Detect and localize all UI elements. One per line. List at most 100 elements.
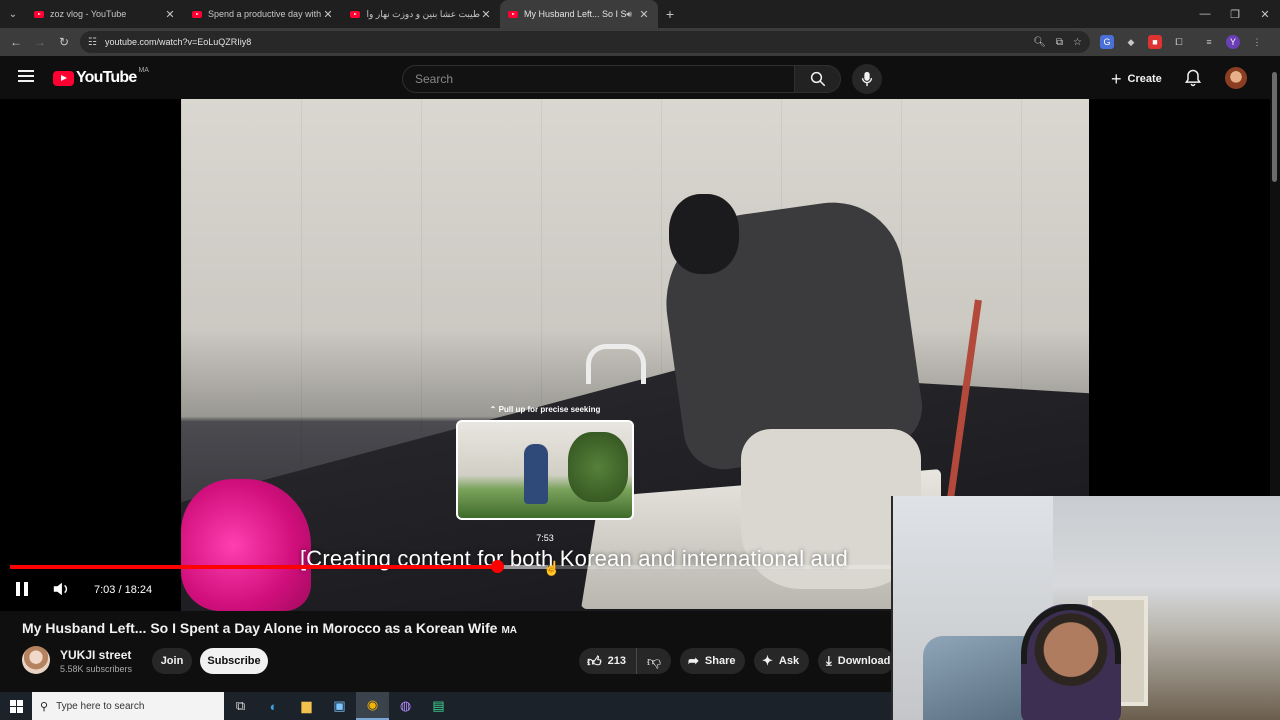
subscriber-count: 5.58K subscribers [60,664,133,674]
like-button[interactable]: 👍︎ 213 [579,648,637,674]
create-label: Create [1127,73,1162,85]
audio-playing-icon[interactable]: 🔊︎ [626,9,632,20]
pause-button[interactable] [16,582,30,596]
reload-icon[interactable]: ↻ [52,35,76,49]
thumbs-up-icon: 👍︎ [587,652,602,669]
like-dislike-group: 👍︎ 213 👎︎ [579,648,671,674]
browser-tab-strip: ⌄ zoz vlog - YouTube ✕ Spend a productiv… [0,0,1280,28]
browser-toolbar: ← → ↻ ☷ youtube.com/watch?v=EoLuQZRIiy8 … [0,28,1280,56]
sparkle-icon: ✦ [762,653,773,668]
youtube-favicon-icon [350,10,360,18]
taskbar-search[interactable]: ⚲ Type here to search [32,692,224,720]
download-label: Download [837,655,891,667]
back-icon[interactable]: ← [4,35,28,49]
discord-icon[interactable]: ◍ [389,692,422,720]
extensions-puzzle-icon[interactable]: ⧠ [1172,35,1186,49]
faucet-image [586,344,646,384]
site-info-icon[interactable]: ☷ [88,37,97,48]
media-queue-icon[interactable]: ≡ [1202,35,1216,49]
download-button[interactable]: ⤓ Download [818,648,895,674]
red-extension-icon[interactable]: ■ [1148,35,1162,49]
file-explorer-icon[interactable]: ▆ [290,692,323,720]
dislike-button[interactable]: 👎︎ [637,648,671,674]
bookmark-star-icon[interactable]: ☆ [1073,37,1082,48]
windows-start-icon[interactable] [0,692,32,720]
window-controls: — ❐ ✕ [1190,0,1280,28]
ask-label: Ask [778,655,800,667]
share-icon: ➦ [688,653,699,668]
browser-tab-1[interactable]: zoz vlog - YouTube ✕ [26,0,184,28]
restore-icon[interactable]: ❐ [1220,0,1250,28]
download-icon: ⤓ [826,653,832,668]
pink-bag-image [181,479,311,611]
forward-icon[interactable]: → [28,35,52,49]
green-app-icon[interactable]: ▤ [422,692,455,720]
played-bar [10,565,497,569]
browser-tab-active[interactable]: My Husband Left... So I Spe 🔊︎ ✕ [500,0,658,28]
webcam-overlay [891,496,1280,720]
notifications-bell-icon[interactable] [1183,68,1203,88]
youtube-play-logo-icon [53,70,74,86]
youtube-favicon-icon [34,10,44,18]
join-button[interactable]: Join [152,648,192,674]
profile-avatar-icon[interactable]: Y [1226,35,1240,49]
search-button[interactable] [795,65,841,93]
thumbs-down-icon: 👎︎ [646,652,662,669]
video-title: My Husband Left... So I Spent a Day Alon… [22,620,517,636]
seek-preview-time: 7:53 [536,533,554,543]
tab-label: Spend a productive day with m [208,9,322,19]
new-tab-icon[interactable]: + [658,6,682,22]
browser-tab-3[interactable]: طيبت عشا بنين و دوزت نهار واعر ✕ [342,0,500,28]
voice-search-button[interactable] [852,64,882,94]
chrome-browser-icon[interactable]: ◉ [356,692,389,720]
youtube-favicon-icon [192,10,202,18]
youtube-favicon-icon [508,10,518,18]
create-button[interactable]: + Create [1101,65,1174,93]
browser-tab-2[interactable]: Spend a productive day with m ✕ [184,0,342,28]
translate-extension-icon[interactable]: G [1100,35,1114,49]
url-text[interactable]: youtube.com/watch?v=EoLuQZRIiy8 [105,37,1033,47]
channel-avatar[interactable] [22,646,50,674]
tab-close-icon[interactable]: ✕ [164,8,176,21]
tab-search-icon[interactable]: ⌄ [0,0,26,28]
share-button[interactable]: ➦ Share [680,648,746,674]
windows-taskbar: ⚲ Type here to search ⧉ ◐ ▆ ▣ ◉ ◍ ▤ [0,692,891,720]
minimize-icon[interactable]: — [1190,0,1220,28]
screen: ⌄ zoz vlog - YouTube ✕ Spend a productiv… [0,0,1280,720]
tab-close-icon[interactable]: ✕ [480,8,492,21]
install-app-icon[interactable]: ⧉ [1056,37,1063,48]
time-display: 7:03 / 18:24 [94,584,153,596]
browser-menu-icon[interactable]: ⋮ [1250,35,1264,49]
title-badge: MA [501,625,517,636]
search-icon: ⚲ [40,700,49,713]
logo-wordmark: YouTube [76,69,137,86]
subscribe-button[interactable]: Subscribe [200,648,268,674]
seek-preview-thumbnail [456,420,634,520]
volume-icon[interactable] [52,581,70,597]
task-view-icon[interactable]: ⧉ [224,692,257,720]
zoom-icon[interactable]: 🔍︎ [1033,37,1046,48]
like-count: 213 [607,655,626,667]
extension-icons: G ◆ ■ ⧠ ≡ Y ⋮ [1100,35,1264,49]
edge-browser-icon[interactable]: ◐ [257,692,290,720]
search-box[interactable] [402,65,795,93]
tab-label: My Husband Left... So I Spe [524,9,627,19]
youtube-logo[interactable]: YouTube MA [53,66,149,87]
hand-cursor-icon: ☝ [543,560,561,576]
diamond-extension-icon[interactable]: ◆ [1124,35,1138,49]
tab-close-icon[interactable]: ✕ [322,8,334,21]
store-icon[interactable]: ▣ [323,692,356,720]
account-avatar[interactable] [1225,67,1247,89]
microphone-icon [861,71,873,87]
scrubber-handle[interactable] [490,560,504,573]
tab-label: zoz vlog - YouTube [50,9,127,19]
country-code: MA [138,66,149,74]
address-bar[interactable]: ☷ youtube.com/watch?v=EoLuQZRIiy8 🔍︎ ⧉ ☆ [80,31,1090,53]
menu-icon[interactable] [18,70,34,82]
tab-close-icon[interactable]: ✕ [638,8,650,21]
ask-button[interactable]: ✦ Ask [754,648,810,674]
seek-hint: ⌃ Pull up for precise seeking [489,405,601,414]
channel-name[interactable]: YUKJI street [60,648,131,662]
close-window-icon[interactable]: ✕ [1250,0,1280,28]
search-input[interactable] [415,72,794,86]
